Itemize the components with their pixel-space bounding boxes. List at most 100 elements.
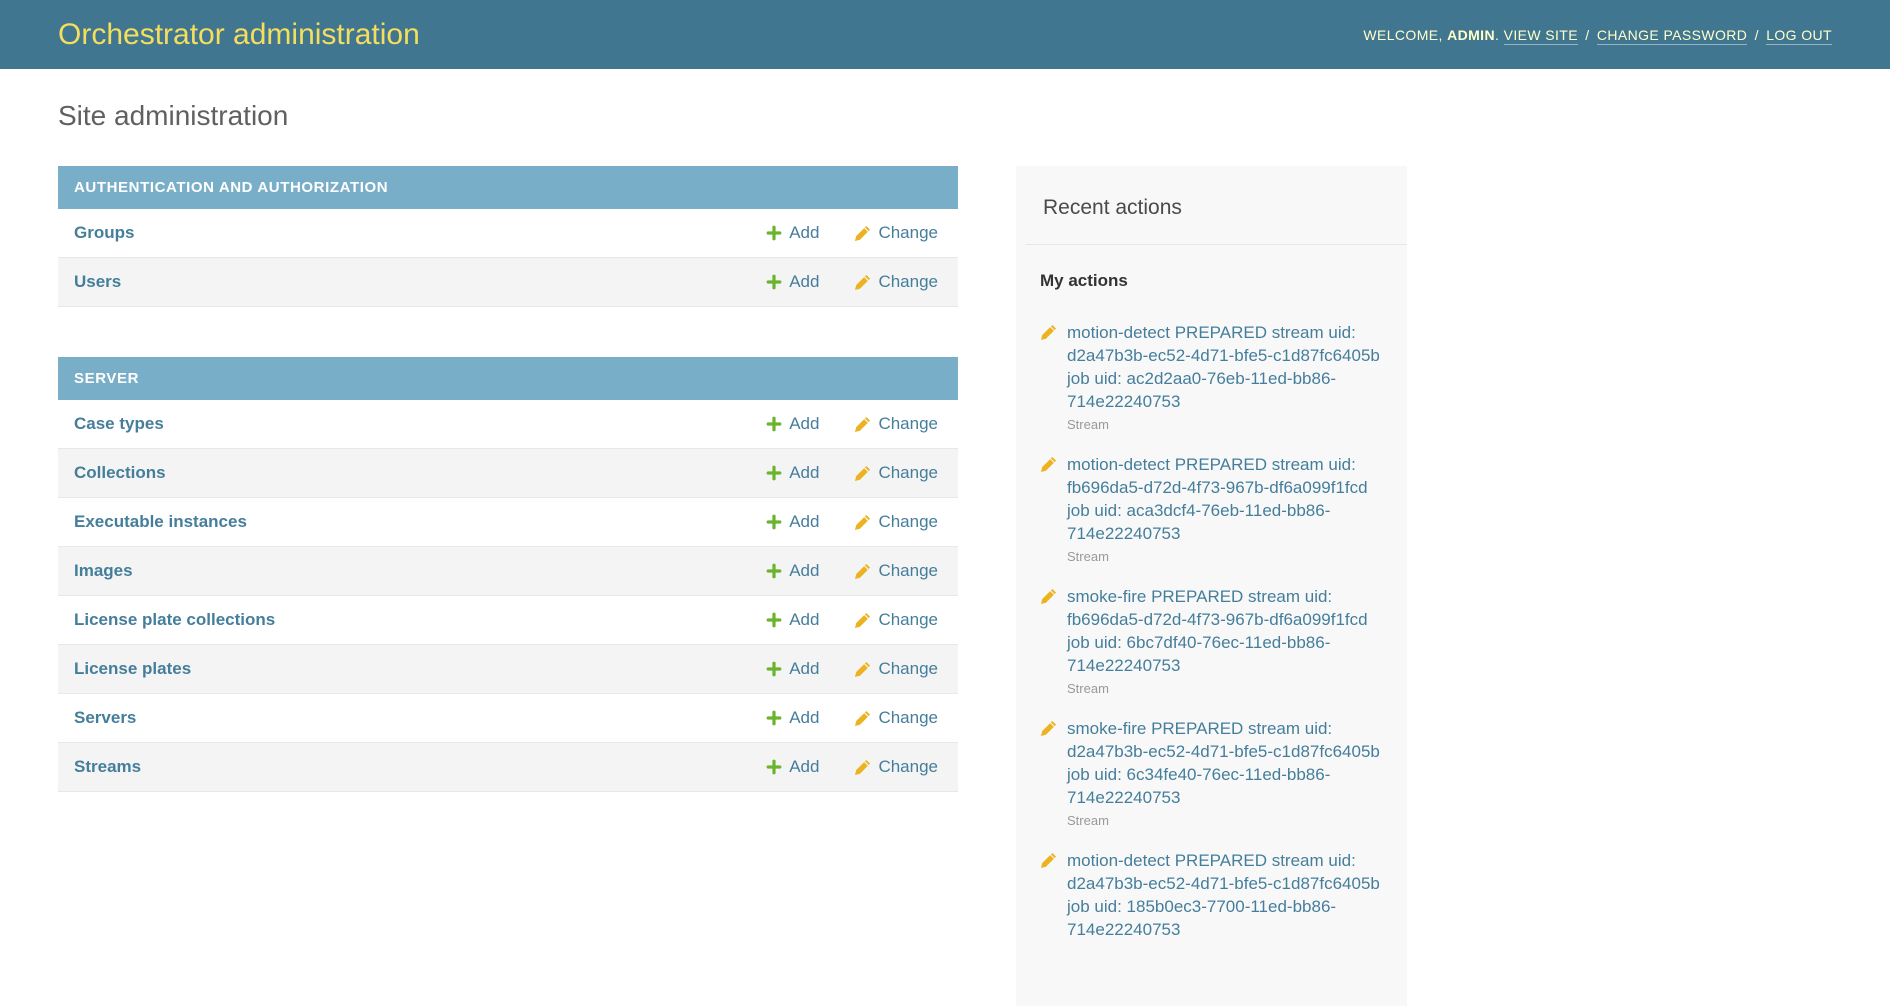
log-out-link[interactable]: LOG OUT — [1766, 27, 1832, 45]
add-label: Add — [789, 414, 819, 434]
add-label: Add — [789, 561, 819, 581]
plus-icon — [766, 465, 782, 481]
my-actions-subtitle: My actions — [1040, 271, 1383, 291]
module-caption[interactable]: SERVER — [58, 357, 958, 400]
case-types-link[interactable]: Case types — [74, 414, 766, 434]
recent-action-link[interactable]: smoke-fire PREPARED stream uid: fb696da5… — [1067, 585, 1387, 677]
images-link[interactable]: Images — [74, 561, 766, 581]
site-branding[interactable]: Orchestrator administration — [58, 18, 420, 52]
model-row-users: Users Add Change — [58, 258, 958, 307]
groups-add-link[interactable]: Add — [766, 223, 819, 243]
license-plates-change-link[interactable]: Change — [854, 659, 938, 679]
plus-icon — [766, 710, 782, 726]
images-change-link[interactable]: Change — [854, 561, 938, 581]
header: Orchestrator administration WELCOME, ADM… — [0, 0, 1890, 69]
username: ADMIN — [1447, 27, 1495, 43]
change-label: Change — [878, 223, 938, 243]
model-row-executable-instances: Executable instances Add Change — [58, 498, 958, 547]
recent-action-entry: motion-detect PREPARED stream uid: fb696… — [1040, 453, 1387, 565]
streams-change-link[interactable]: Change — [854, 757, 938, 777]
license-plate-collections-link[interactable]: License plate collections — [74, 610, 766, 630]
change-password-link[interactable]: CHANGE PASSWORD — [1597, 27, 1747, 45]
collections-link[interactable]: Collections — [74, 463, 766, 483]
pencil-icon — [854, 710, 871, 727]
change-label: Change — [878, 561, 938, 581]
model-row-license-plate-collections: License plate collections Add Change — [58, 596, 958, 645]
pencil-icon — [1040, 720, 1057, 737]
change-label: Change — [878, 272, 938, 292]
model-row-license-plates: License plates Add Change — [58, 645, 958, 694]
welcome-text: WELCOME, — [1363, 27, 1442, 43]
plus-icon — [766, 661, 782, 677]
executable-instances-add-link[interactable]: Add — [766, 512, 819, 532]
plus-icon — [766, 225, 782, 241]
streams-add-link[interactable]: Add — [766, 757, 819, 777]
license-plate-collections-change-link[interactable]: Change — [854, 610, 938, 630]
model-row-images: Images Add Change — [58, 547, 958, 596]
recent-action-type: Stream — [1067, 548, 1387, 565]
case-types-change-link[interactable]: Change — [854, 414, 938, 434]
groups-change-link[interactable]: Change — [854, 223, 938, 243]
recent-action-link[interactable]: smoke-fire PREPARED stream uid: d2a47b3b… — [1067, 717, 1387, 809]
users-link[interactable]: Users — [74, 272, 766, 292]
servers-add-link[interactable]: Add — [766, 708, 819, 728]
servers-change-link[interactable]: Change — [854, 708, 938, 728]
pencil-icon — [854, 465, 871, 482]
license-plate-collections-add-link[interactable]: Add — [766, 610, 819, 630]
collections-change-link[interactable]: Change — [854, 463, 938, 483]
users-add-link[interactable]: Add — [766, 272, 819, 292]
users-change-link[interactable]: Change — [854, 272, 938, 292]
groups-link[interactable]: Groups — [74, 223, 766, 243]
pencil-icon — [854, 416, 871, 433]
content: Site administration AUTHENTICATION AND A… — [0, 69, 1890, 1006]
servers-link[interactable]: Servers — [74, 708, 766, 728]
add-label: Add — [789, 512, 819, 532]
change-label: Change — [878, 463, 938, 483]
view-site-link[interactable]: VIEW SITE — [1504, 27, 1578, 45]
case-types-add-link[interactable]: Add — [766, 414, 819, 434]
change-label: Change — [878, 757, 938, 777]
change-label: Change — [878, 512, 938, 532]
license-plates-link[interactable]: License plates — [74, 659, 766, 679]
plus-icon — [766, 274, 782, 290]
pencil-icon — [854, 759, 871, 776]
recent-action-link[interactable]: motion-detect PREPARED stream uid: fb696… — [1067, 453, 1387, 545]
pencil-icon — [854, 563, 871, 580]
pencil-icon — [1040, 588, 1057, 605]
page-title: Site administration — [58, 100, 958, 132]
recent-action-link[interactable]: motion-detect PREPARED stream uid: d2a47… — [1067, 849, 1387, 941]
change-label: Change — [878, 708, 938, 728]
add-label: Add — [789, 223, 819, 243]
add-label: Add — [789, 708, 819, 728]
executable-instances-link[interactable]: Executable instances — [74, 512, 766, 532]
streams-link[interactable]: Streams — [74, 757, 766, 777]
images-add-link[interactable]: Add — [766, 561, 819, 581]
plus-icon — [766, 416, 782, 432]
recent-action-entry: motion-detect PREPARED stream uid: d2a47… — [1040, 849, 1387, 941]
module-server: SERVER Case types Add Change Collections… — [58, 357, 958, 792]
change-label: Change — [878, 610, 938, 630]
change-label: Change — [878, 659, 938, 679]
pencil-icon — [854, 274, 871, 291]
plus-icon — [766, 563, 782, 579]
module-caption[interactable]: AUTHENTICATION AND AUTHORIZATION — [58, 166, 958, 209]
model-row-streams: Streams Add Change — [58, 743, 958, 792]
pencil-icon — [1040, 456, 1057, 473]
link-separator: / — [1755, 27, 1759, 43]
recent-actions-list: motion-detect PREPARED stream uid: d2a47… — [1016, 321, 1407, 941]
recent-action-type: Stream — [1067, 812, 1387, 829]
collections-add-link[interactable]: Add — [766, 463, 819, 483]
license-plates-add-link[interactable]: Add — [766, 659, 819, 679]
recent-action-type: Stream — [1067, 680, 1387, 697]
recent-action-link[interactable]: motion-detect PREPARED stream uid: d2a47… — [1067, 321, 1387, 413]
recent-action-entry: smoke-fire PREPARED stream uid: d2a47b3b… — [1040, 717, 1387, 829]
add-label: Add — [789, 463, 819, 483]
executable-instances-change-link[interactable]: Change — [854, 512, 938, 532]
model-row-servers: Servers Add Change — [58, 694, 958, 743]
link-separator: / — [1585, 27, 1589, 43]
add-label: Add — [789, 659, 819, 679]
model-row-collections: Collections Add Change — [58, 449, 958, 498]
welcome-period: . — [1495, 27, 1499, 43]
plus-icon — [766, 612, 782, 628]
recent-actions-title: Recent actions — [1026, 166, 1407, 245]
